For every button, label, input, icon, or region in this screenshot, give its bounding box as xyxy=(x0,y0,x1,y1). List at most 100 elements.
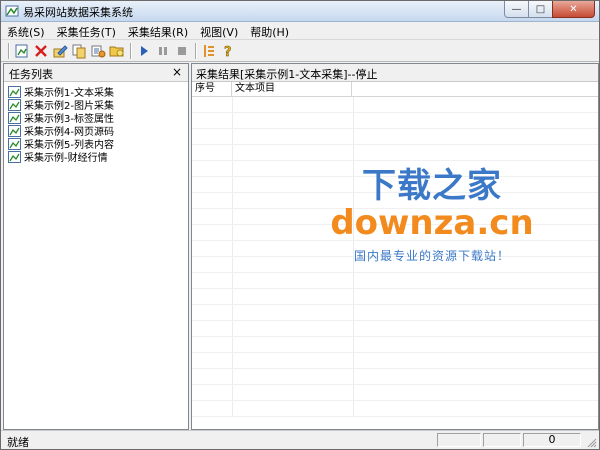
folder-icon xyxy=(109,46,124,56)
table-cell xyxy=(233,369,354,384)
table-cell xyxy=(192,289,233,304)
table-cell xyxy=(233,145,354,160)
task-icon xyxy=(8,150,21,163)
status-bar: 就绪 0 xyxy=(1,430,599,449)
table-row xyxy=(192,273,598,289)
new-task-icon xyxy=(15,44,28,57)
toolbar-separator xyxy=(8,42,10,59)
table-cell xyxy=(233,401,354,416)
status-cell-2 xyxy=(483,433,521,447)
task-icon xyxy=(8,98,21,111)
table-row xyxy=(192,289,598,305)
copy-icon xyxy=(72,44,86,58)
task-list-pane: 任务列表 × 采集示例1-文本采集 采集示例2-图片采集 采集示例3-标签属性 … xyxy=(3,63,189,430)
table-cell xyxy=(192,321,233,336)
edit-icon xyxy=(53,44,68,57)
close-button[interactable]: ✕ xyxy=(552,1,595,18)
table-cell xyxy=(192,161,233,176)
stop-button[interactable] xyxy=(173,42,191,60)
table-cell xyxy=(192,241,233,256)
pause-button[interactable] xyxy=(154,42,172,60)
table-cell xyxy=(233,273,354,288)
task-icon xyxy=(8,137,21,150)
table-cell xyxy=(192,145,233,160)
table-cell xyxy=(192,353,233,368)
maximize-icon: □ xyxy=(535,3,546,15)
table-cell xyxy=(233,113,354,128)
maximize-button[interactable]: □ xyxy=(528,1,553,18)
menu-help[interactable]: 帮助(H) xyxy=(244,22,295,39)
close-icon: ✕ xyxy=(569,3,578,15)
properties-button[interactable] xyxy=(89,42,107,60)
help-button[interactable]: ? xyxy=(219,42,237,60)
copy-button[interactable] xyxy=(70,42,88,60)
table-row xyxy=(192,113,598,129)
column-header-index[interactable]: 序号 xyxy=(192,82,232,96)
table-row xyxy=(192,321,598,337)
stop-icon xyxy=(178,46,186,55)
results-title: 采集结果[采集示例1-文本采集]--停止 xyxy=(196,68,378,81)
minimize-icon: — xyxy=(511,3,522,15)
table-row xyxy=(192,401,598,417)
task-list-title: 任务列表 xyxy=(9,68,53,81)
menu-results[interactable]: 采集结果(R) xyxy=(122,22,194,39)
delete-button[interactable] xyxy=(32,42,50,60)
table-cell xyxy=(192,177,233,192)
new-task-button[interactable] xyxy=(13,42,31,60)
table-cell xyxy=(233,97,354,112)
task-list: 采集示例1-文本采集 采集示例2-图片采集 采集示例3-标签属性 采集示例4-网… xyxy=(4,82,188,164)
properties-icon xyxy=(91,45,106,57)
status-count: 0 xyxy=(523,433,581,447)
table-cell xyxy=(192,193,233,208)
column-header-empty[interactable] xyxy=(352,82,598,96)
table-cell xyxy=(192,337,233,352)
table-cell xyxy=(233,321,354,336)
watermark-domain: downza.cn xyxy=(330,203,534,243)
status-cell-1 xyxy=(437,433,481,447)
delete-icon xyxy=(35,44,47,57)
list-item[interactable]: 采集示例-财经行情 xyxy=(4,150,188,164)
table-cell xyxy=(192,225,233,240)
table-cell xyxy=(192,305,233,320)
results-pane: 采集结果[采集示例1-文本采集]--停止 序号 文本项目 下载之家 downza… xyxy=(191,63,599,430)
task-label: 采集示例-财经行情 xyxy=(24,153,108,164)
folder-button[interactable] xyxy=(108,42,126,60)
table-cell xyxy=(192,401,233,416)
column-header-text-item[interactable]: 文本项目 xyxy=(232,82,352,96)
minimize-button[interactable]: — xyxy=(504,1,529,18)
menu-view[interactable]: 视图(V) xyxy=(194,22,244,39)
window-controls: — □ ✕ xyxy=(504,1,595,19)
svg-text:?: ? xyxy=(224,45,232,59)
list-view-icon xyxy=(204,44,214,57)
table-row xyxy=(192,145,598,161)
table-row xyxy=(192,337,598,353)
pause-icon xyxy=(159,46,167,55)
title-bar[interactable]: 易采网站数据采集系统 — □ ✕ xyxy=(1,1,599,22)
table-row xyxy=(192,385,598,401)
results-header: 采集结果[采集示例1-文本采集]--停止 xyxy=(192,64,598,82)
table-cell xyxy=(192,385,233,400)
watermark-slogan: 国内最专业的资源下载站！ xyxy=(353,249,510,263)
menu-tasks[interactable]: 采集任务(T) xyxy=(51,22,122,39)
menu-system[interactable]: 系统(S) xyxy=(1,22,51,39)
edit-button[interactable] xyxy=(51,42,69,60)
pane-close-icon[interactable]: × xyxy=(172,65,182,79)
results-table-body[interactable]: 下载之家 downza.cn 国内最专业的资源下载站！ xyxy=(192,97,598,427)
table-cell xyxy=(192,209,233,224)
play-icon xyxy=(141,45,148,56)
table-cell xyxy=(192,369,233,384)
toolbar: ? xyxy=(1,40,599,62)
start-button[interactable] xyxy=(135,42,153,60)
toolbar-separator xyxy=(195,42,197,59)
table-row xyxy=(192,97,598,113)
watermark: 下载之家 downza.cn 国内最专业的资源下载站！ xyxy=(292,167,572,264)
table-row xyxy=(192,369,598,385)
list-view-button[interactable] xyxy=(200,42,218,60)
toolbar-separator xyxy=(130,42,132,59)
table-row xyxy=(192,305,598,321)
resize-grip-icon[interactable] xyxy=(585,436,597,448)
table-cell xyxy=(233,129,354,144)
table-cell xyxy=(192,273,233,288)
table-cell xyxy=(192,129,233,144)
menu-bar: 系统(S) 采集任务(T) 采集结果(R) 视图(V) 帮助(H) xyxy=(1,22,599,40)
